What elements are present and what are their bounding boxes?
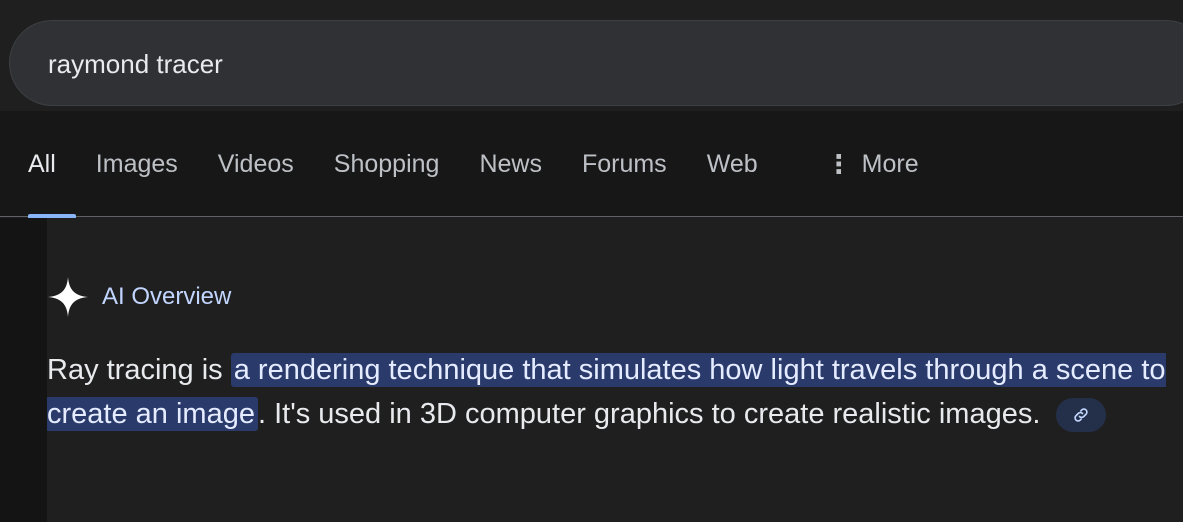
ai-overview-panel: AI Overview Ray tracing is a rendering t… <box>47 218 1183 522</box>
search-tabs-bar: All Images Videos Shopping News Forums W… <box>0 111 1183 218</box>
search-tabs: All Images Videos Shopping News Forums W… <box>0 111 939 218</box>
search-input[interactable] <box>48 46 1148 82</box>
tab-images[interactable]: Images <box>76 111 198 217</box>
tab-label: Images <box>95 149 178 178</box>
search-box[interactable] <box>9 20 1183 106</box>
answer-text-tail: . It's used in 3D computer graphics to c… <box>257 398 1041 430</box>
tab-web[interactable]: Web <box>687 111 778 217</box>
source-link-button[interactable] <box>1056 398 1107 433</box>
tab-label: Forums <box>581 149 667 178</box>
tab-label: Videos <box>217 149 294 178</box>
ai-overview-header: AI Overview <box>47 276 231 318</box>
ai-overview-title: AI Overview <box>102 283 232 310</box>
tab-label: More <box>861 149 919 178</box>
tab-label: Web <box>706 149 758 178</box>
tab-all[interactable]: All <box>0 111 76 218</box>
tab-label: All <box>28 149 56 178</box>
tab-forums[interactable]: Forums <box>562 111 687 217</box>
link-icon <box>1074 408 1089 423</box>
tab-shopping[interactable]: Shopping <box>314 111 460 217</box>
left-gutter <box>0 218 47 522</box>
ai-overview-answer: Ray tracing is a rendering technique tha… <box>47 348 1167 436</box>
tab-label: Shopping <box>333 149 440 178</box>
tab-videos[interactable]: Videos <box>198 111 314 217</box>
sparkle-icon <box>48 277 88 317</box>
tab-more[interactable]: ⋮ More <box>778 111 939 217</box>
kebab-vertical-icon: ⋮ <box>825 149 852 179</box>
search-header <box>0 0 1183 111</box>
tab-news[interactable]: News <box>459 111 562 217</box>
answer-text-lead: Ray tracing is <box>47 354 231 386</box>
tab-label: News <box>479 149 542 178</box>
